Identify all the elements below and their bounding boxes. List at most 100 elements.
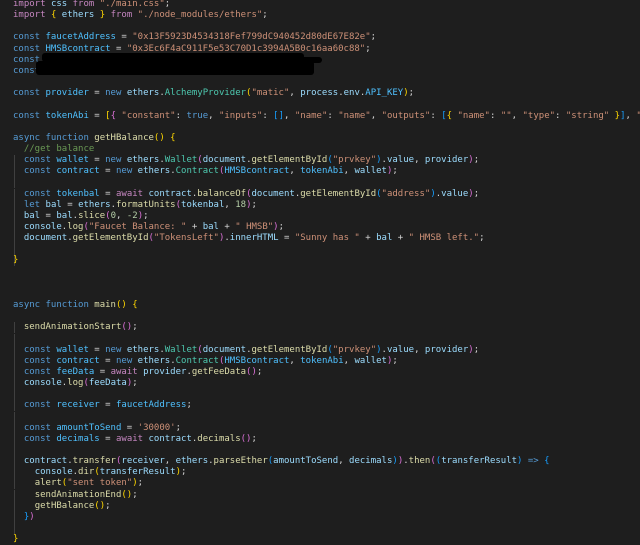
code-token: Contract	[175, 166, 219, 177]
code-line[interactable]	[0, 177, 640, 189]
code-line[interactable]	[0, 289, 640, 300]
code-line[interactable]: const contract = new ethers.Contract(HMS…	[0, 355, 640, 367]
code-line[interactable]: })	[0, 511, 640, 523]
code-token: main	[94, 300, 116, 311]
code-line[interactable]: //get balance	[0, 144, 640, 155]
code-line[interactable]: bal = bal.slice(0, -2);	[0, 210, 640, 222]
code-line[interactable]: const feeData = await provider.getFeeDat…	[0, 366, 640, 378]
code-token: :	[555, 110, 566, 121]
code-line[interactable]: async function main() {	[0, 300, 640, 311]
code-token: amountToSend	[273, 456, 339, 467]
code-token: "constant"	[121, 110, 176, 121]
code-token: =	[99, 400, 116, 411]
code-line[interactable]	[0, 21, 640, 32]
code-token: const	[23, 422, 51, 433]
code-token: ()	[121, 489, 133, 500]
code-token: "name"	[457, 110, 490, 121]
code-token: :	[489, 110, 501, 121]
code-token: ()	[240, 433, 252, 444]
code-line[interactable]	[0, 523, 640, 535]
code-line[interactable]: const contract = new ethers.Contract(HMS…	[0, 166, 640, 178]
code-line[interactable]	[0, 278, 640, 289]
code-token: formatUnits	[116, 199, 176, 210]
code-line[interactable]: const faucetAddress = "0x13F5923D4534318…	[0, 32, 640, 43]
code-line[interactable]	[0, 244, 640, 256]
code-token: ;	[251, 199, 257, 210]
code-token: " HMSB"	[235, 222, 274, 232]
code-line[interactable]: document.getElementById("TokensLeft").in…	[0, 233, 640, 245]
code-token: ;	[473, 155, 480, 166]
code-line[interactable]: getHBalance();	[0, 500, 640, 512]
code-line[interactable]: const tokenAbi = [{ "constant": true, "i…	[0, 111, 640, 122]
code-token: env	[343, 88, 360, 99]
code-line[interactable]: sendAnimationStart();	[0, 322, 640, 334]
code-line[interactable]	[0, 445, 640, 456]
code-token: value	[386, 344, 415, 355]
code-line[interactable]	[0, 333, 640, 345]
code-editor[interactable]: import css from "./main.css"; import { et…	[0, 0, 640, 544]
code-token: amountToSend	[56, 422, 122, 433]
code-line[interactable]	[0, 311, 640, 322]
code-token: feeData	[88, 378, 127, 389]
code-token: }	[13, 534, 19, 545]
code-line[interactable]: alert("sent token");	[0, 478, 640, 490]
code-token: getHBalance	[34, 500, 95, 511]
code-line[interactable]: sendAnimationEnd();	[0, 489, 640, 501]
code-line[interactable]: contract.transfer(receiver, ethers.parse…	[0, 456, 640, 468]
code-token: HMSBcontract	[224, 166, 290, 177]
code-token: ethers	[175, 456, 209, 467]
code-token: provider	[424, 155, 469, 166]
code-line[interactable]: const amountToSend = '30000';	[0, 422, 640, 434]
code-token: receiver	[56, 400, 100, 411]
code-line[interactable]: let bal = ethers.formatUnits(tokenbal, 1…	[0, 199, 640, 211]
code-token: ;	[132, 378, 138, 389]
code-text: alert("sent token");	[13, 478, 143, 489]
code-line[interactable]	[0, 77, 640, 88]
code-token: new	[105, 155, 122, 166]
code-line[interactable]	[0, 389, 640, 401]
code-token: const	[23, 366, 51, 377]
code-text: sendAnimationEnd();	[13, 490, 138, 501]
code-text: const contract = new ethers.Contract(HMS…	[13, 166, 398, 177]
code-line[interactable]	[0, 267, 640, 278]
code-token: contract	[148, 433, 192, 444]
code-line[interactable]	[0, 411, 640, 423]
code-token: ()	[153, 132, 165, 143]
code-line[interactable]	[0, 122, 640, 133]
code-token: decimals	[197, 433, 241, 444]
code-token: log	[67, 222, 84, 232]
code-token: ;	[132, 489, 138, 500]
code-token: getElementById	[251, 344, 328, 355]
code-line[interactable]: console.log("Faucet Balance: " + bal + "…	[0, 222, 640, 233]
code-text: bal = bal.slice(0, -2);	[13, 211, 149, 222]
code-line[interactable]: }	[0, 255, 640, 267]
code-token: ,	[414, 344, 425, 355]
code-line[interactable]: console.log(feeData);	[0, 378, 640, 390]
code-token: process	[300, 88, 339, 99]
code-line[interactable]: const wallet = new ethers.Wallet(documen…	[0, 155, 640, 167]
code-line[interactable]: import css from "./main.css";	[0, 0, 640, 10]
code-token: sendAnimationEnd	[34, 489, 122, 500]
code-line[interactable]: const provider = new ethers.AlchemyProvi…	[0, 88, 640, 99]
code-line[interactable]: console.dir(transferResult);	[0, 467, 640, 479]
code-token: value	[386, 155, 415, 166]
code-line[interactable]: const decimals = await contract.decimals…	[0, 433, 640, 445]
code-text: const receiver = faucetAddress;	[13, 400, 192, 411]
code-token: bal	[45, 199, 62, 210]
code-line[interactable]: import { ethers } from "./node_modules/e…	[0, 10, 640, 21]
code-token: "matic"	[251, 88, 290, 99]
code-token: ,	[289, 88, 301, 99]
code-token: ;	[392, 355, 398, 366]
code-line[interactable]: const receiver = faucetAddress;	[0, 400, 640, 412]
code-token: decimals	[349, 456, 393, 467]
code-line[interactable]	[0, 99, 640, 110]
code-line[interactable]: const wallet = new ethers.Wallet(documen…	[0, 344, 640, 356]
code-line[interactable]: const tokenbal = await contract.balanceO…	[0, 188, 640, 200]
code-token: ,	[414, 155, 425, 166]
code-text: const tokenAbi = [{ "constant": true, "i…	[13, 111, 640, 122]
code-line[interactable]: async function getHBalance() {	[0, 133, 640, 144]
